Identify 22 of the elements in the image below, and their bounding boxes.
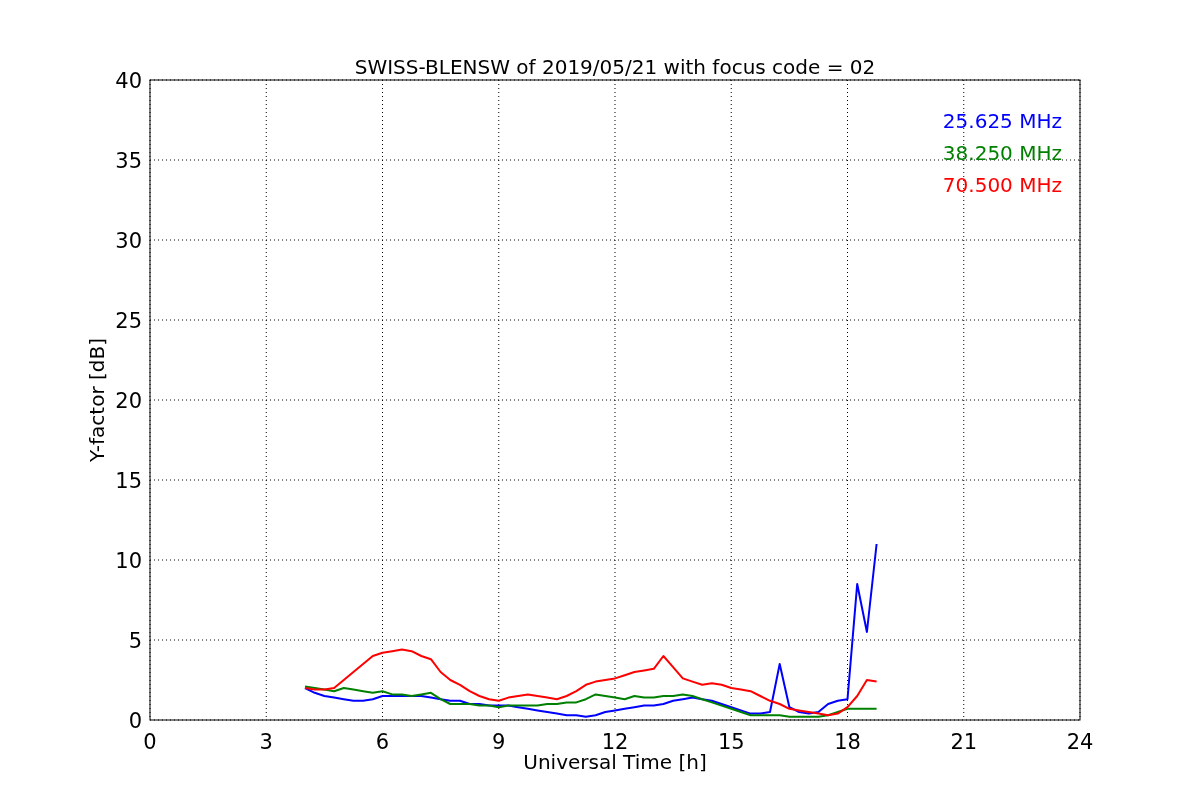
legend-label: 38.250 MHz bbox=[942, 141, 1062, 165]
chart-title: SWISS-BLENSW of 2019/05/21 with focus code = 02 bbox=[354, 55, 876, 79]
tick-label: 3 bbox=[259, 730, 273, 754]
tick-label: 5 bbox=[128, 629, 142, 653]
tick-label: 21 bbox=[950, 730, 978, 754]
tick-label: 9 bbox=[492, 730, 506, 754]
tick-label: 0 bbox=[128, 709, 142, 733]
tick-label: 24 bbox=[1066, 730, 1094, 754]
tick-label: 40 bbox=[115, 69, 142, 93]
tick-label: 6 bbox=[375, 730, 390, 754]
tick-label: 30 bbox=[115, 229, 142, 253]
tick-label: 15 bbox=[115, 469, 142, 493]
tick-label: 35 bbox=[115, 149, 142, 173]
tick-label: 10 bbox=[115, 549, 142, 573]
tick-label: 15 bbox=[717, 730, 745, 754]
legend-label: 70.500 MHz bbox=[942, 173, 1062, 197]
legend-label: 25.625 MHz bbox=[942, 109, 1062, 133]
y-axis-label: Y-factor [dB] bbox=[85, 338, 109, 462]
tick-label: 20 bbox=[115, 389, 142, 413]
tick-label: 25 bbox=[115, 309, 142, 333]
tick-label: 18 bbox=[834, 730, 861, 754]
tick-label: 0 bbox=[143, 730, 157, 754]
